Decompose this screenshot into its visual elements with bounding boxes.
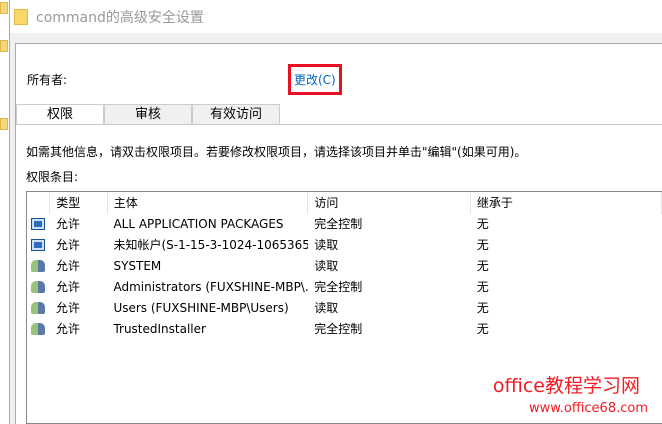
cell-access: 读取 — [314, 301, 339, 315]
cell-principal: ALL APPLICATION PACKAGES — [113, 217, 284, 231]
cell-principal: 未知帐户(S-1-15-3-1024-1065365... — [113, 238, 309, 252]
cell-inherited: 无 — [476, 301, 489, 315]
window-title: command的高级安全设置 — [36, 9, 204, 26]
app-package-icon — [31, 218, 45, 230]
table-row[interactable]: 允许 Users (FUXSHINE-MBP\Users) 读取 无 — [27, 298, 662, 319]
table-header: 类型 主体 访问 继承于 — [27, 192, 662, 214]
entries-label: 权限条目: — [26, 170, 79, 184]
user-group-icon — [31, 281, 45, 293]
title-bar: command的高级安全设置 — [10, 0, 662, 33]
cell-inherited: 无 — [476, 217, 489, 231]
table-row[interactable]: 允许 SYSTEM 读取 无 — [27, 256, 662, 277]
column-header-inherited[interactable]: 继承于 — [471, 192, 662, 214]
user-group-icon — [31, 323, 45, 335]
user-group-icon — [31, 302, 45, 314]
cell-inherited: 无 — [476, 259, 489, 273]
table-row[interactable]: 允许 TrustedInstaller 完全控制 无 — [27, 319, 662, 340]
cell-access: 读取 — [314, 259, 339, 273]
cell-inherited: 无 — [476, 238, 489, 252]
cell-access: 完全控制 — [314, 217, 363, 231]
cell-access: 读取 — [314, 238, 339, 252]
icon-column-header — [27, 192, 51, 214]
change-owner-link[interactable]: 更改(C) — [288, 64, 342, 95]
tab-auditing[interactable]: 审核 — [104, 104, 192, 125]
watermark-logo: office教程学习网 — [492, 375, 640, 397]
column-header-type[interactable]: 类型 — [50, 192, 108, 214]
owner-label: 所有者: — [27, 73, 68, 87]
cell-type: 允许 — [55, 280, 80, 294]
cell-principal: TrustedInstaller — [113, 322, 206, 336]
cell-principal: SYSTEM — [113, 259, 162, 273]
cell-inherited: 无 — [476, 280, 489, 294]
cell-type: 允许 — [55, 259, 80, 273]
cell-type: 允许 — [55, 301, 80, 315]
tab-bar: 权限 审核 有效访问 — [16, 104, 280, 125]
cell-principal: Users (FUXSHINE-MBP\Users) — [113, 301, 289, 315]
cell-access: 完全控制 — [314, 322, 363, 336]
cell-inherited: 无 — [476, 322, 489, 336]
table-row[interactable]: 允许 Administrators (FUXSHINE-MBP\... 完全控制… — [27, 277, 662, 298]
tab-permissions[interactable]: 权限 — [16, 104, 104, 125]
table-row[interactable]: 允许 未知帐户(S-1-15-3-1024-1065365... 读取 无 — [27, 235, 662, 256]
column-header-principal[interactable]: 主体 — [108, 192, 309, 214]
cell-access: 完全控制 — [314, 280, 363, 294]
app-package-icon — [31, 239, 45, 251]
cell-type: 允许 — [55, 217, 80, 231]
info-text: 如需其他信息，请双击权限项目。若要修改权限项目，请选择该项目并单击"编辑"(如果… — [26, 145, 527, 159]
content-panel: 所有者: 更改(C) 权限 审核 有效访问 如需其他信息，请双击权限项目。若要修… — [15, 43, 662, 424]
cell-principal: Administrators (FUXSHINE-MBP\... — [113, 280, 309, 294]
cell-type: 允许 — [55, 238, 80, 252]
tab-effective-access[interactable]: 有效访问 — [192, 104, 280, 125]
background-window — [0, 0, 9, 424]
user-group-icon — [31, 260, 45, 272]
advanced-security-window: command的高级安全设置 所有者: 更改(C) 权限 审核 有效访问 如需其… — [9, 0, 662, 424]
folder-icon — [14, 8, 28, 25]
watermark-url: www.office68.com — [529, 401, 648, 416]
table-row[interactable]: 允许 ALL APPLICATION PACKAGES 完全控制 无 — [27, 214, 662, 235]
cell-type: 允许 — [55, 322, 80, 336]
column-header-access[interactable]: 访问 — [308, 192, 471, 214]
